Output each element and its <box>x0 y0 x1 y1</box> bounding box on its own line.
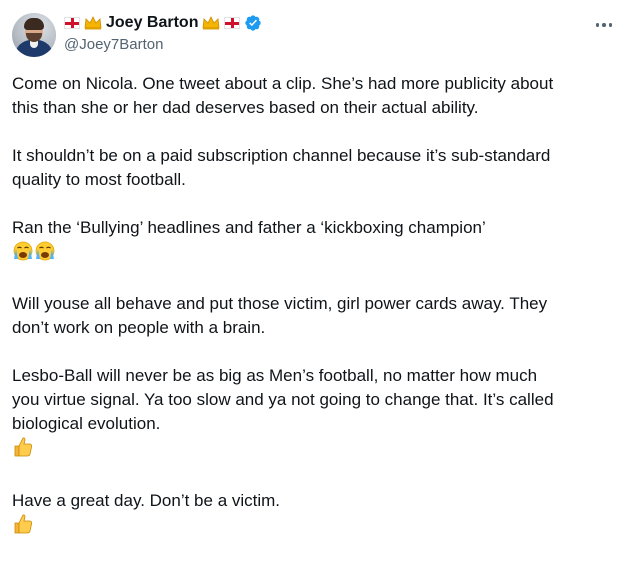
display-name[interactable]: Joey Barton <box>106 14 198 32</box>
avatar[interactable] <box>12 13 56 57</box>
england-flag-icon <box>64 17 80 29</box>
tweet-header: Joey Barton @Joey7Barton <box>12 12 622 58</box>
tweet-paragraph: Lesbo-Ball will never be as big as Men’s… <box>12 364 622 465</box>
tweet-paragraph: Will youse all behave and put those vict… <box>12 294 548 337</box>
tweet-paragraph: Have a great day. Don’t be a victim. <box>12 489 622 542</box>
verified-badge-icon <box>244 14 262 32</box>
tweet-paragraph: Come on Nicola. One tweet about a clip. … <box>12 74 554 117</box>
crying-face-icon <box>12 241 34 268</box>
thumbs-up-icon <box>12 436 34 465</box>
crown-icon <box>84 16 102 30</box>
user-handle[interactable]: @Joey7Barton <box>64 36 262 53</box>
tweet-paragraph: It shouldn’t be on a paid subscription c… <box>12 146 551 189</box>
tweet-text: Come on Nicola. One tweet about a clip. … <box>12 72 622 566</box>
england-flag-icon <box>224 17 241 29</box>
thumbs-up-icon <box>12 513 34 542</box>
author-block: Joey Barton @Joey7Barton <box>64 12 262 53</box>
more-options-icon[interactable] <box>590 14 618 36</box>
display-name-row[interactable]: Joey Barton <box>64 12 262 34</box>
crying-face-icon <box>34 241 56 268</box>
tweet-paragraph: Ran the ‘Bullying’ headlines and father … <box>12 216 622 268</box>
crown-icon <box>202 16 220 30</box>
